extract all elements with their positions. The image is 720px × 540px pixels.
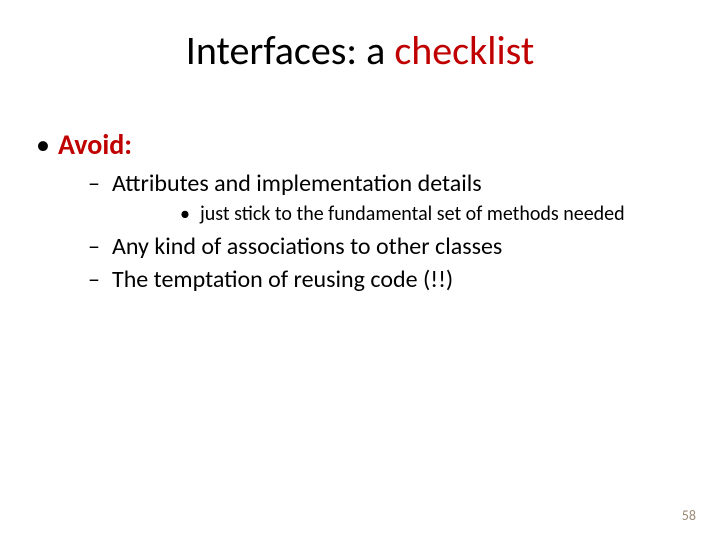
bullet-list-level-3: just stick to the fundamental set of met… [112, 201, 680, 227]
avoid-label: Avoid: [58, 127, 132, 162]
bullet-reusing-code: The temptation of reusing code (!!) [58, 264, 680, 295]
bullet-text: The temptation of reusing code (!!) [112, 265, 453, 294]
title-text-accent: checklist [394, 26, 534, 75]
bullet-list-level-1: Avoid: Attributes and implementation det… [32, 128, 680, 295]
slide: Interfaces: a checklist Avoid: Attribute… [0, 0, 720, 540]
slide-title: Interfaces: a checklist [0, 26, 720, 75]
bullet-attributes: Attributes and implementation details ju… [58, 168, 680, 227]
page-number: 58 [682, 507, 696, 524]
avoid-heading: Avoid: Attributes and implementation det… [32, 128, 680, 295]
bullet-fundamental-methods: just stick to the fundamental set of met… [112, 201, 680, 227]
bullet-associations: Any kind of associations to other classe… [58, 231, 680, 262]
title-text-plain: Interfaces: a [186, 26, 395, 75]
bullet-text: Any kind of associations to other classe… [112, 232, 502, 261]
bullet-list-level-2: Attributes and implementation details ju… [58, 168, 680, 296]
slide-body: Avoid: Attributes and implementation det… [32, 128, 680, 303]
bullet-text: just stick to the fundamental set of met… [200, 202, 625, 226]
bullet-text: Attributes and implementation details [112, 169, 482, 198]
